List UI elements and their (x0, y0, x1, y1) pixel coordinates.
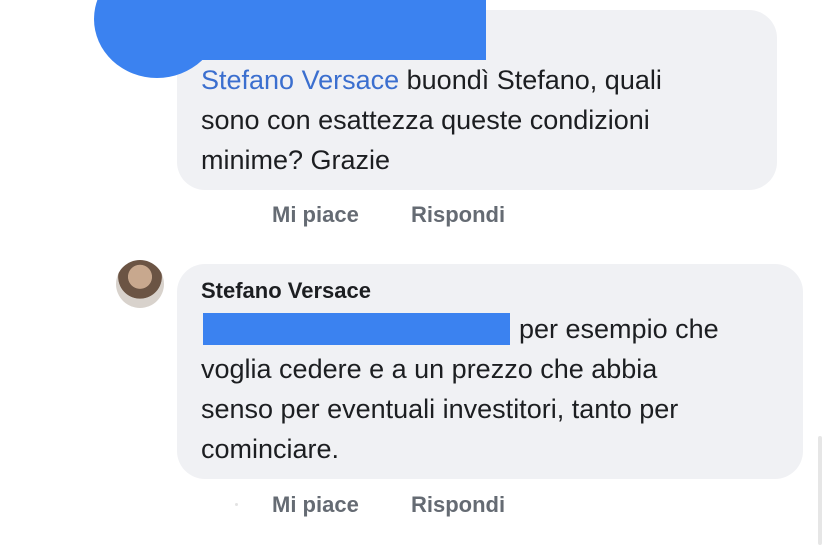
avatar[interactable] (116, 260, 164, 308)
comment-text-line: minime? Grazie (201, 145, 391, 175)
like-button[interactable]: Mi piace (272, 492, 359, 518)
comment-text-line: senso per eventuali investitori, tanto p… (201, 394, 679, 424)
separator-dot (235, 503, 238, 506)
comment-author[interactable]: Stefano Versace (201, 278, 371, 304)
redacted-text (203, 313, 510, 345)
redacted-author-name (168, 0, 486, 60)
comment-text-line: per esempio che (519, 314, 719, 344)
comment-text-line: cominciare. (201, 434, 340, 464)
comment-text-line: Stefano Versace buondì Stefano, quali (201, 65, 662, 95)
comment-text-line: voglia cedere e a un prezzo che abbia (201, 354, 658, 384)
reply-button[interactable]: Rispondi (411, 202, 505, 228)
reply-button[interactable]: Rispondi (411, 492, 505, 518)
comment-text-line: sono con esattezza queste condizioni (201, 105, 650, 135)
mention-link[interactable]: Stefano Versace (201, 65, 399, 95)
like-button[interactable]: Mi piace (272, 202, 359, 228)
scrollbar[interactable] (818, 436, 822, 545)
